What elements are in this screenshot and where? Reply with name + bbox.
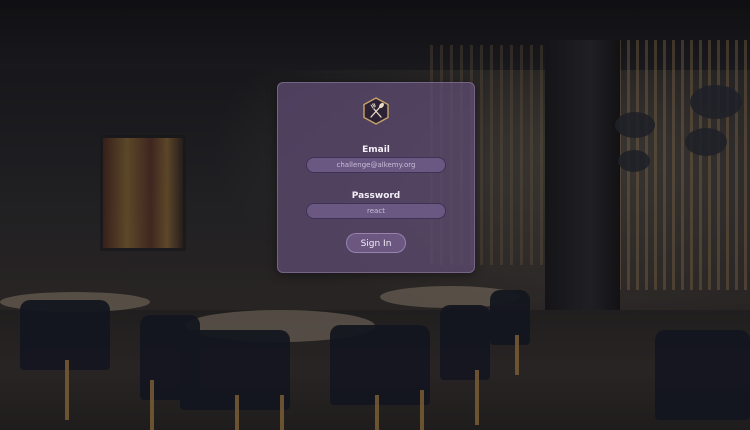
password-field[interactable] — [306, 203, 446, 219]
utensils-hexagon-icon — [363, 97, 389, 125]
login-card: Email Password Sign In — [277, 82, 475, 273]
password-label: Password — [351, 191, 401, 201]
email-field[interactable] — [306, 157, 446, 173]
sign-in-button[interactable]: Sign In — [346, 233, 406, 253]
email-label: Email — [362, 145, 390, 155]
